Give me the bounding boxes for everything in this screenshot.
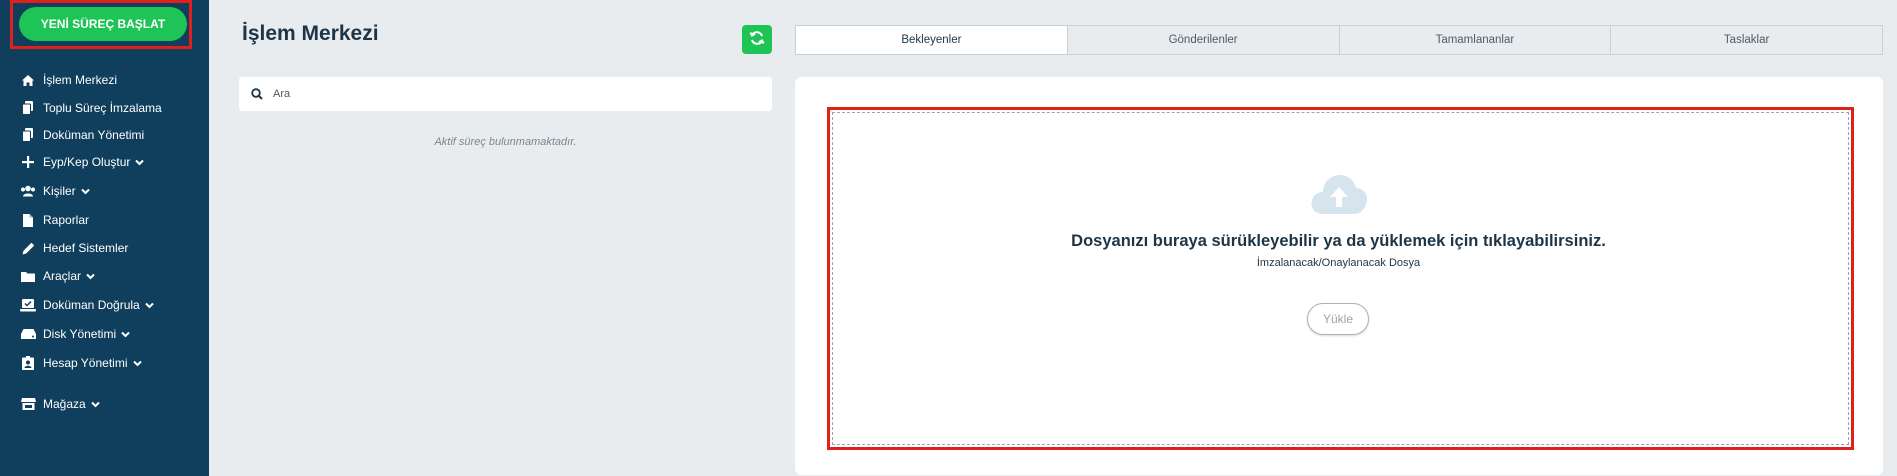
tab-bekleyenler[interactable]: Bekleyenler (795, 25, 1068, 55)
sidebar-item-label: Doküman Yönetimi (43, 128, 145, 142)
folder-icon (17, 268, 39, 284)
sidebar-item-hesap-yonetimi[interactable]: Hesap Yönetimi (0, 351, 209, 375)
empty-process-message: Aktif süreç bulunmamaktadır. (434, 136, 577, 148)
sidebar-item-label: İşlem Merkezi (43, 73, 118, 87)
users-icon (17, 183, 39, 199)
sidebar-item-label: Doküman Doğrula (43, 298, 140, 312)
sidebar-item-label: Hedef Sistemler (43, 241, 129, 255)
store-icon (17, 396, 39, 412)
sidebar-item-islem-merkezi[interactable]: İşlem Merkezi (0, 68, 209, 92)
home-icon (17, 72, 39, 88)
copy-icon (17, 100, 39, 116)
chevron-down-icon (86, 271, 96, 281)
sidebar-item-label: Raporlar (43, 213, 90, 227)
status-tabs: Bekleyenler Gönderilenler Tamamlananlar … (795, 25, 1883, 55)
plus-icon (17, 154, 39, 170)
sidebar-item-label: Kişiler (43, 184, 76, 198)
upload-button[interactable]: Yükle (1307, 303, 1369, 335)
sidebar-item-disk-yonetimi[interactable]: Disk Yönetimi (0, 322, 209, 346)
highlight-frame-new-process (10, 0, 192, 49)
cloud-upload-icon (1309, 170, 1369, 218)
hdd-icon (17, 326, 39, 342)
chevron-down-icon (80, 186, 91, 196)
sidebar-item-label: Hesap Yönetimi (43, 356, 128, 370)
documents-icon (17, 127, 39, 143)
refresh-icon (749, 30, 765, 49)
tab-tamamlananlar[interactable]: Tamamlananlar (1338, 25, 1612, 55)
sidebar-item-kisiler[interactable]: Kişiler (0, 179, 209, 203)
verify-icon (17, 297, 39, 313)
chevron-down-icon (90, 399, 101, 409)
file-icon (17, 212, 39, 228)
search-icon (251, 87, 265, 101)
file-drop-zone[interactable] (827, 107, 1854, 450)
id-card-icon (17, 355, 39, 371)
sidebar-item-label: Toplu Süreç İmzalama (43, 101, 162, 115)
sidebar: YENİ SÜREÇ BAŞLAT İşlem Merkezi Toplu Sü… (0, 0, 209, 476)
drop-zone-subtitle: İmzalanacak/Onaylanacak Dosya (1256, 257, 1421, 269)
pencil-icon (17, 240, 39, 256)
page-title: İşlem Merkezi (242, 22, 379, 45)
sidebar-item-hedef-sistemler[interactable]: Hedef Sistemler (0, 236, 209, 260)
refresh-button[interactable] (742, 25, 772, 54)
drop-zone-title: Dosyanızı buraya sürükleyebilir ya da yü… (1071, 232, 1606, 250)
sidebar-item-raporlar[interactable]: Raporlar (0, 208, 209, 232)
tab-taslaklar[interactable]: Taslaklar (1610, 25, 1883, 55)
search-box (239, 77, 772, 111)
sidebar-item-toplu-surec-imzalama[interactable]: Toplu Süreç İmzalama (0, 96, 209, 120)
chevron-down-icon (132, 358, 143, 368)
chevron-down-icon (145, 300, 155, 310)
chevron-down-icon (135, 157, 145, 167)
tab-gonderilenler[interactable]: Gönderilenler (1066, 25, 1340, 55)
sidebar-item-dokuman-yonetimi[interactable]: Doküman Yönetimi (0, 123, 209, 147)
sidebar-item-dokuman-dogrula[interactable]: Doküman Doğrula (0, 293, 209, 317)
sidebar-item-magaza[interactable]: Mağaza (0, 392, 209, 416)
chevron-down-icon (121, 329, 131, 339)
sidebar-item-araclar[interactable]: Araçlar (0, 264, 209, 288)
sidebar-item-label: Disk Yönetimi (43, 327, 117, 341)
search-input[interactable] (273, 88, 753, 100)
sidebar-item-eyp-kep-olustur[interactable]: Eyp/Kep Oluştur (0, 150, 209, 174)
sidebar-item-label: Eyp/Kep Oluştur (43, 155, 131, 169)
sidebar-item-label: Mağaza (43, 397, 86, 411)
sidebar-item-label: Araçlar (43, 269, 82, 283)
